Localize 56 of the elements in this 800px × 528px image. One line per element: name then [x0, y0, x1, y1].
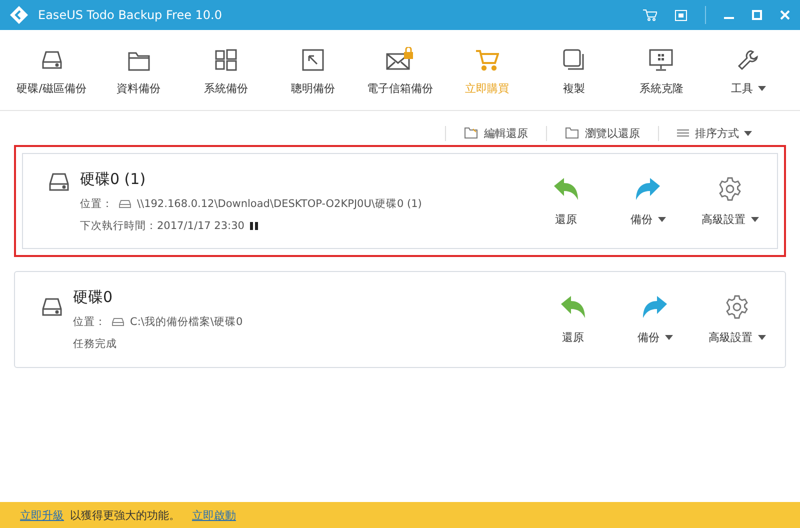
location-label: 位置： — [73, 315, 106, 329]
hard-drive-icon — [48, 171, 70, 193]
folder-edit-icon — [464, 127, 478, 139]
envelope-lock-icon — [386, 46, 414, 70]
folder-icon — [565, 127, 579, 139]
logo-icon — [10, 6, 28, 24]
location-label: 位置： — [80, 196, 113, 210]
cart-icon[interactable] — [643, 9, 657, 21]
hard-drive-icon — [41, 296, 63, 318]
toolbar-button[interactable]: 複製 — [530, 44, 618, 96]
toolbar-button[interactable]: 編輯還原 — [445, 126, 546, 140]
toolbar-button[interactable]: 資料備份 — [95, 44, 182, 96]
activation-icon[interactable] — [675, 10, 687, 20]
action-button[interactable]: 還原 — [534, 176, 598, 226]
toolbar-button[interactable]: 工具 — [704, 44, 792, 96]
cart-icon — [475, 48, 500, 70]
toolbar-button[interactable]: 瀏覽以還原 — [546, 126, 658, 140]
task-card[interactable]: 硬碟0 位置： C:\我的備份檔案\硬碟0 任務完成 還原 備份 高級設置 — [14, 271, 786, 368]
toolbar-button[interactable]: 系統備份 — [182, 44, 270, 96]
pause-icon[interactable] — [250, 222, 258, 230]
action-button[interactable]: 備份 — [623, 294, 687, 345]
monitor-icon — [649, 48, 674, 70]
action-button[interactable]: 還原 — [541, 294, 605, 345]
task-name: 硬碟0 — [73, 288, 114, 307]
task-status: 任務完成 — [73, 337, 117, 351]
toolbar-button[interactable]: 聰明備份 — [269, 44, 356, 96]
task-status: 下次執行時間：2017/1/17 23:30 — [80, 218, 244, 232]
footer-text: 以獲得更強大的功能。 — [70, 508, 180, 522]
forward-arrow-icon — [642, 296, 668, 318]
task-name: 硬碟0 (1) — [80, 170, 147, 188]
toolbar-button[interactable]: 系統克隆 — [618, 44, 705, 96]
wrench-icon — [737, 48, 760, 70]
list-icon — [677, 128, 689, 138]
back-arrow-icon — [560, 296, 586, 318]
hard-drive-icon — [40, 48, 63, 70]
action-button[interactable]: 高級設置 — [705, 294, 769, 345]
action-button[interactable]: 備份 — [616, 176, 680, 226]
drive-icon — [112, 318, 124, 326]
folder-icon — [128, 50, 150, 70]
task-card[interactable]: 硬碟0 (1) 位置： \\192.168.0.12\Download\DESKTOP-O2KPJ0U\硬碟0 (1) 下次執行時間：2017/1/17 23:30 還原 備份 高級設置 — [14, 145, 786, 257]
location-path: \\192.168.0.12\Download\DESKTOP-O2KPJ0U\硬碟0 (1) — [137, 196, 422, 210]
toolbar-button[interactable]: 硬碟/磁區備份 — [8, 44, 96, 96]
close-icon[interactable] — [780, 10, 790, 20]
maximize-icon[interactable] — [752, 10, 762, 20]
toolbar-button[interactable]: 電子信箱備份 — [356, 44, 444, 96]
copy-icon — [563, 48, 586, 70]
window-title: EaseUS Todo Backup Free 10.0 — [38, 8, 222, 22]
action-button[interactable]: 高級設置 — [698, 176, 762, 226]
forward-arrow-icon — [635, 178, 661, 200]
drive-icon — [119, 200, 131, 208]
toolbar-button[interactable]: 排序方式 — [658, 126, 770, 140]
gear-icon — [725, 295, 749, 319]
gear-icon — [718, 176, 742, 200]
windows-icon — [214, 48, 237, 70]
location-path: C:\我的備份檔案\硬碟0 — [130, 315, 243, 329]
back-arrow-icon — [553, 178, 579, 200]
